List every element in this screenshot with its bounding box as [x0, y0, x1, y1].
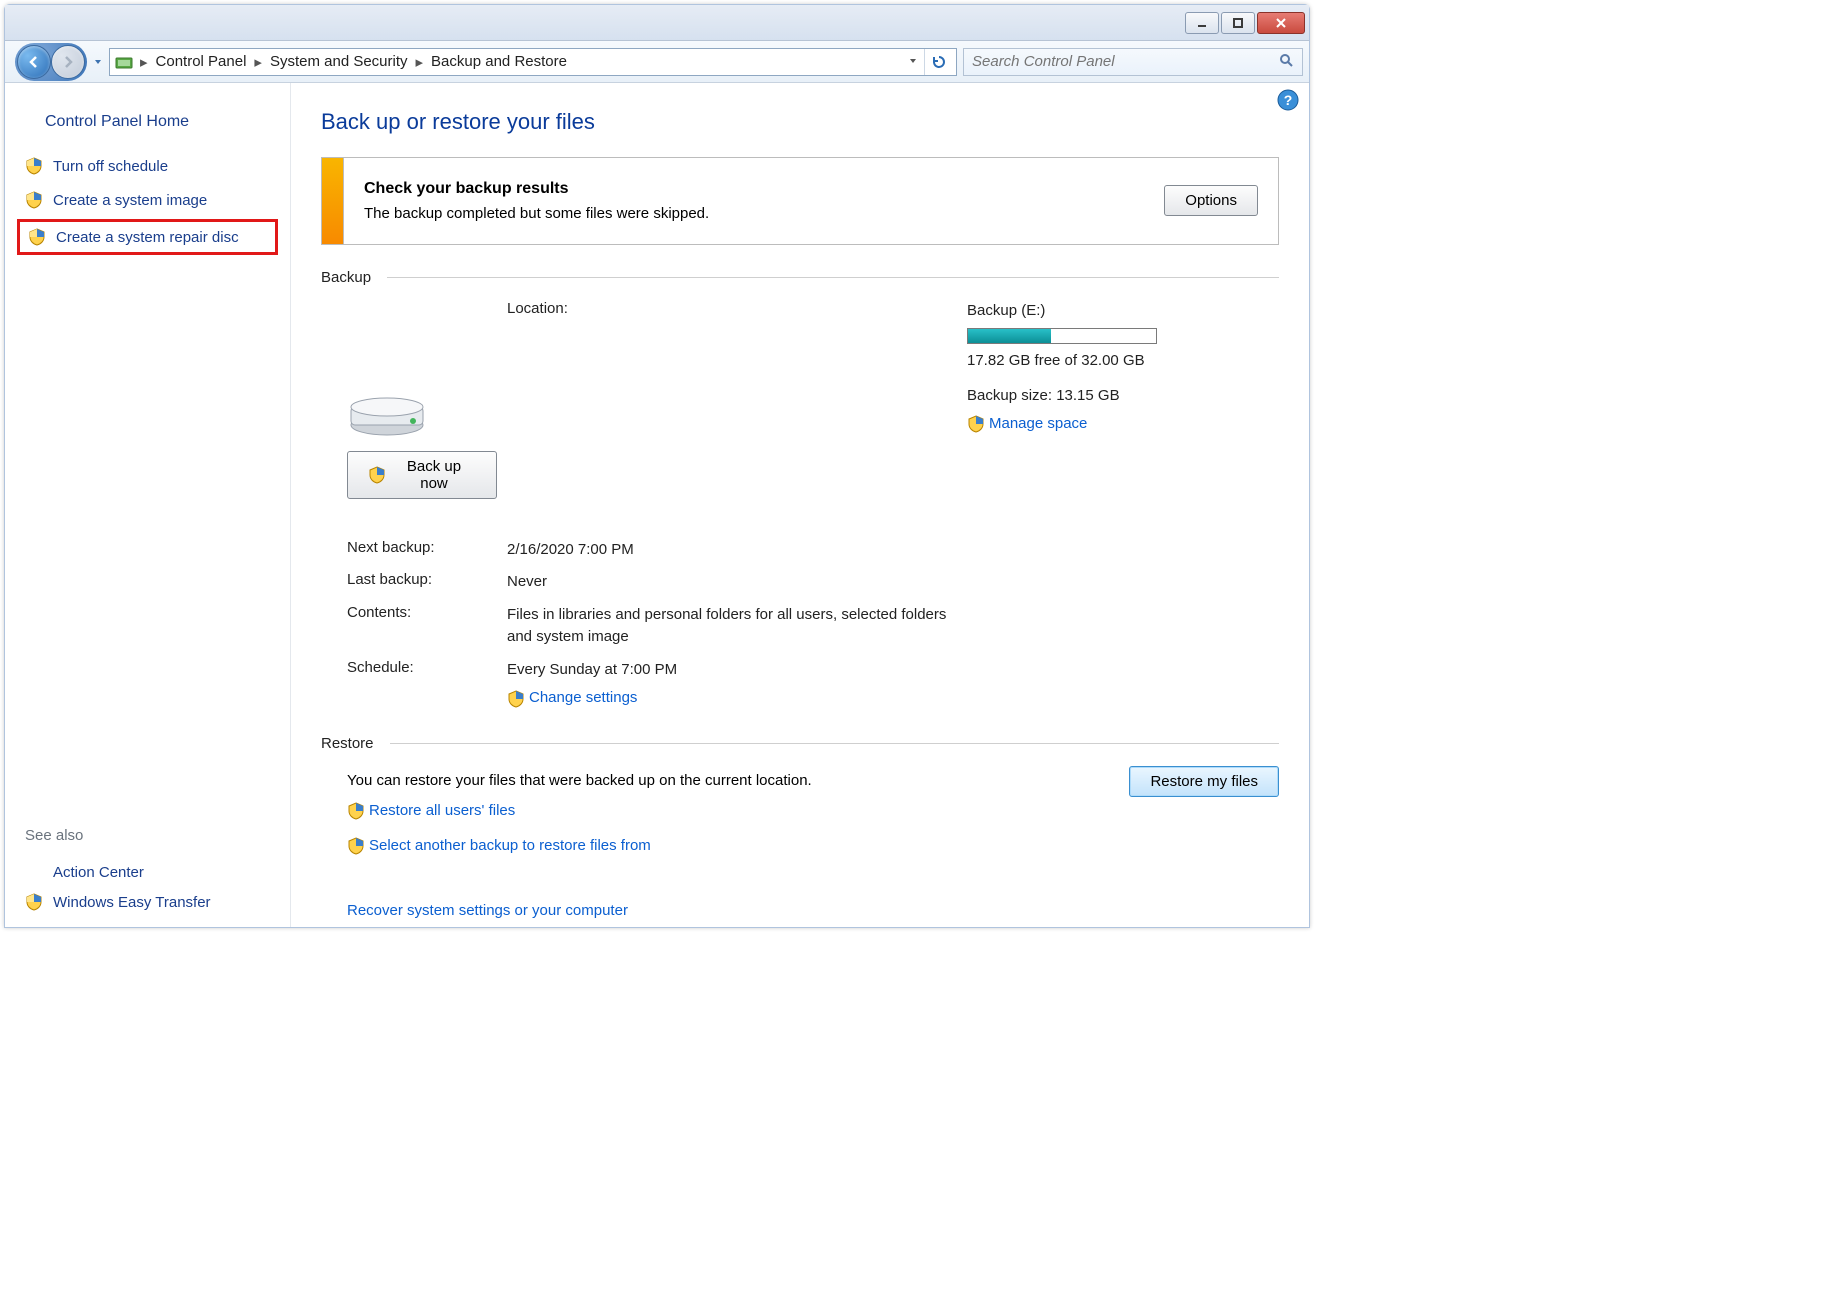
manage-space-link[interactable]: Manage space — [967, 413, 1087, 436]
backup-group-label: Backup — [321, 269, 371, 286]
disk-space-progress — [967, 328, 1157, 344]
last-backup-label: Last backup: — [347, 571, 497, 588]
close-button[interactable] — [1257, 12, 1305, 34]
recover-system-link[interactable]: Recover system settings or your computer — [347, 896, 628, 926]
sidebar-link-action-center[interactable]: Action Center — [25, 858, 278, 887]
shield-icon — [347, 837, 365, 855]
restore-my-files-button[interactable]: Restore my files — [1129, 766, 1279, 797]
maximize-button[interactable] — [1221, 12, 1255, 34]
schedule-value: Every Sunday at 7:00 PM — [507, 661, 677, 678]
forward-button[interactable] — [51, 45, 85, 79]
search-input[interactable] — [972, 53, 1278, 70]
last-backup-value: Never — [507, 571, 1279, 594]
crumb-backup-restore[interactable]: Backup and Restore — [431, 53, 567, 70]
shield-icon — [967, 415, 985, 433]
location-label: Location: — [507, 300, 957, 317]
help-icon[interactable]: ? — [1277, 89, 1299, 111]
control-panel-icon — [114, 52, 134, 72]
contents-value: Files in libraries and personal folders … — [507, 604, 957, 649]
sidebar-item-label: Create a system repair disc — [56, 229, 239, 246]
chevron-right-icon: ▸ — [254, 53, 262, 71]
progress-fill — [968, 329, 1051, 343]
chevron-right-icon: ▸ — [140, 53, 148, 71]
see-also-heading: See also — [25, 827, 278, 844]
space-free-text: 17.82 GB free of 32.00 GB — [967, 350, 1279, 373]
window-buttons — [1183, 12, 1305, 34]
refresh-button[interactable] — [924, 49, 952, 75]
address-bar[interactable]: ▸ Control Panel ▸ System and Security ▸ … — [109, 48, 957, 76]
backup-group: Backup Location: Backup (E:) 17.82 GB fr… — [321, 269, 1279, 716]
svg-text:?: ? — [1284, 92, 1293, 108]
nav-back-forward — [15, 43, 87, 81]
restore-all-users-link[interactable]: Restore all users' files — [347, 796, 515, 826]
alert-stripe — [322, 158, 344, 244]
navigation-row: ▸ Control Panel ▸ System and Security ▸ … — [5, 41, 1309, 83]
crumb-control-panel[interactable]: Control Panel — [156, 53, 247, 70]
restore-intro-text: You can restore your files that were bac… — [347, 772, 812, 789]
sidebar-link-easy-transfer[interactable]: Windows Easy Transfer — [25, 887, 278, 917]
backup-restore-window: ▸ Control Panel ▸ System and Security ▸ … — [4, 4, 1310, 928]
address-dropdown[interactable] — [908, 53, 918, 70]
sidebar-home-link[interactable]: Control Panel Home — [45, 113, 278, 131]
next-backup-value: 2/16/2020 7:00 PM — [507, 539, 1279, 562]
shield-icon — [25, 191, 43, 209]
minimize-button[interactable] — [1185, 12, 1219, 34]
search-icon — [1278, 52, 1294, 72]
backup-results-alert: Check your backup results The backup com… — [321, 157, 1279, 245]
crumb-system-security[interactable]: System and Security — [270, 53, 408, 70]
back-button[interactable] — [17, 45, 51, 79]
alert-title: Check your backup results — [364, 180, 569, 197]
options-button[interactable]: Options — [1164, 185, 1258, 216]
link-label: Action Center — [53, 864, 144, 881]
title-bar — [5, 5, 1309, 41]
restore-group-label: Restore — [321, 735, 374, 752]
shield-icon — [25, 893, 43, 911]
backup-size-text: Backup size: 13.15 GB — [967, 385, 1279, 408]
schedule-label: Schedule: — [347, 659, 497, 676]
sidebar-item-label: Create a system image — [53, 192, 207, 209]
shield-icon — [25, 157, 43, 175]
back-up-now-button[interactable]: Back up now — [347, 451, 497, 499]
shield-icon — [507, 690, 525, 708]
sidebar: Control Panel Home Turn off schedule Cre… — [5, 83, 291, 927]
chevron-right-icon: ▸ — [416, 53, 424, 71]
restore-group: Restore You can restore your files that … — [321, 735, 1279, 926]
alert-body-text: The backup completed but some files were… — [364, 205, 709, 222]
search-box[interactable] — [963, 48, 1303, 76]
next-backup-label: Next backup: — [347, 539, 497, 556]
sidebar-item-label: Turn off schedule — [53, 158, 168, 175]
location-value: Backup (E:) — [967, 302, 1045, 319]
link-label: Windows Easy Transfer — [53, 894, 211, 911]
sidebar-item-turn-off-schedule[interactable]: Turn off schedule — [17, 151, 278, 181]
shield-icon — [368, 466, 386, 484]
shield-icon — [347, 802, 365, 820]
shield-icon — [28, 228, 46, 246]
sidebar-item-create-system-image[interactable]: Create a system image — [17, 185, 278, 215]
breadcrumbs: ▸ Control Panel ▸ System and Security ▸ … — [140, 53, 567, 71]
nav-history-dropdown[interactable] — [93, 58, 103, 66]
disk-drive-icon — [347, 387, 427, 437]
main-content: ? Back up or restore your files Check yo… — [291, 83, 1309, 927]
sidebar-item-create-repair-disc[interactable]: Create a system repair disc — [17, 219, 278, 255]
page-title: Back up or restore your files — [321, 109, 1279, 135]
change-settings-link[interactable]: Change settings — [507, 687, 637, 710]
contents-label: Contents: — [347, 604, 497, 621]
select-another-backup-link[interactable]: Select another backup to restore files f… — [347, 831, 651, 861]
